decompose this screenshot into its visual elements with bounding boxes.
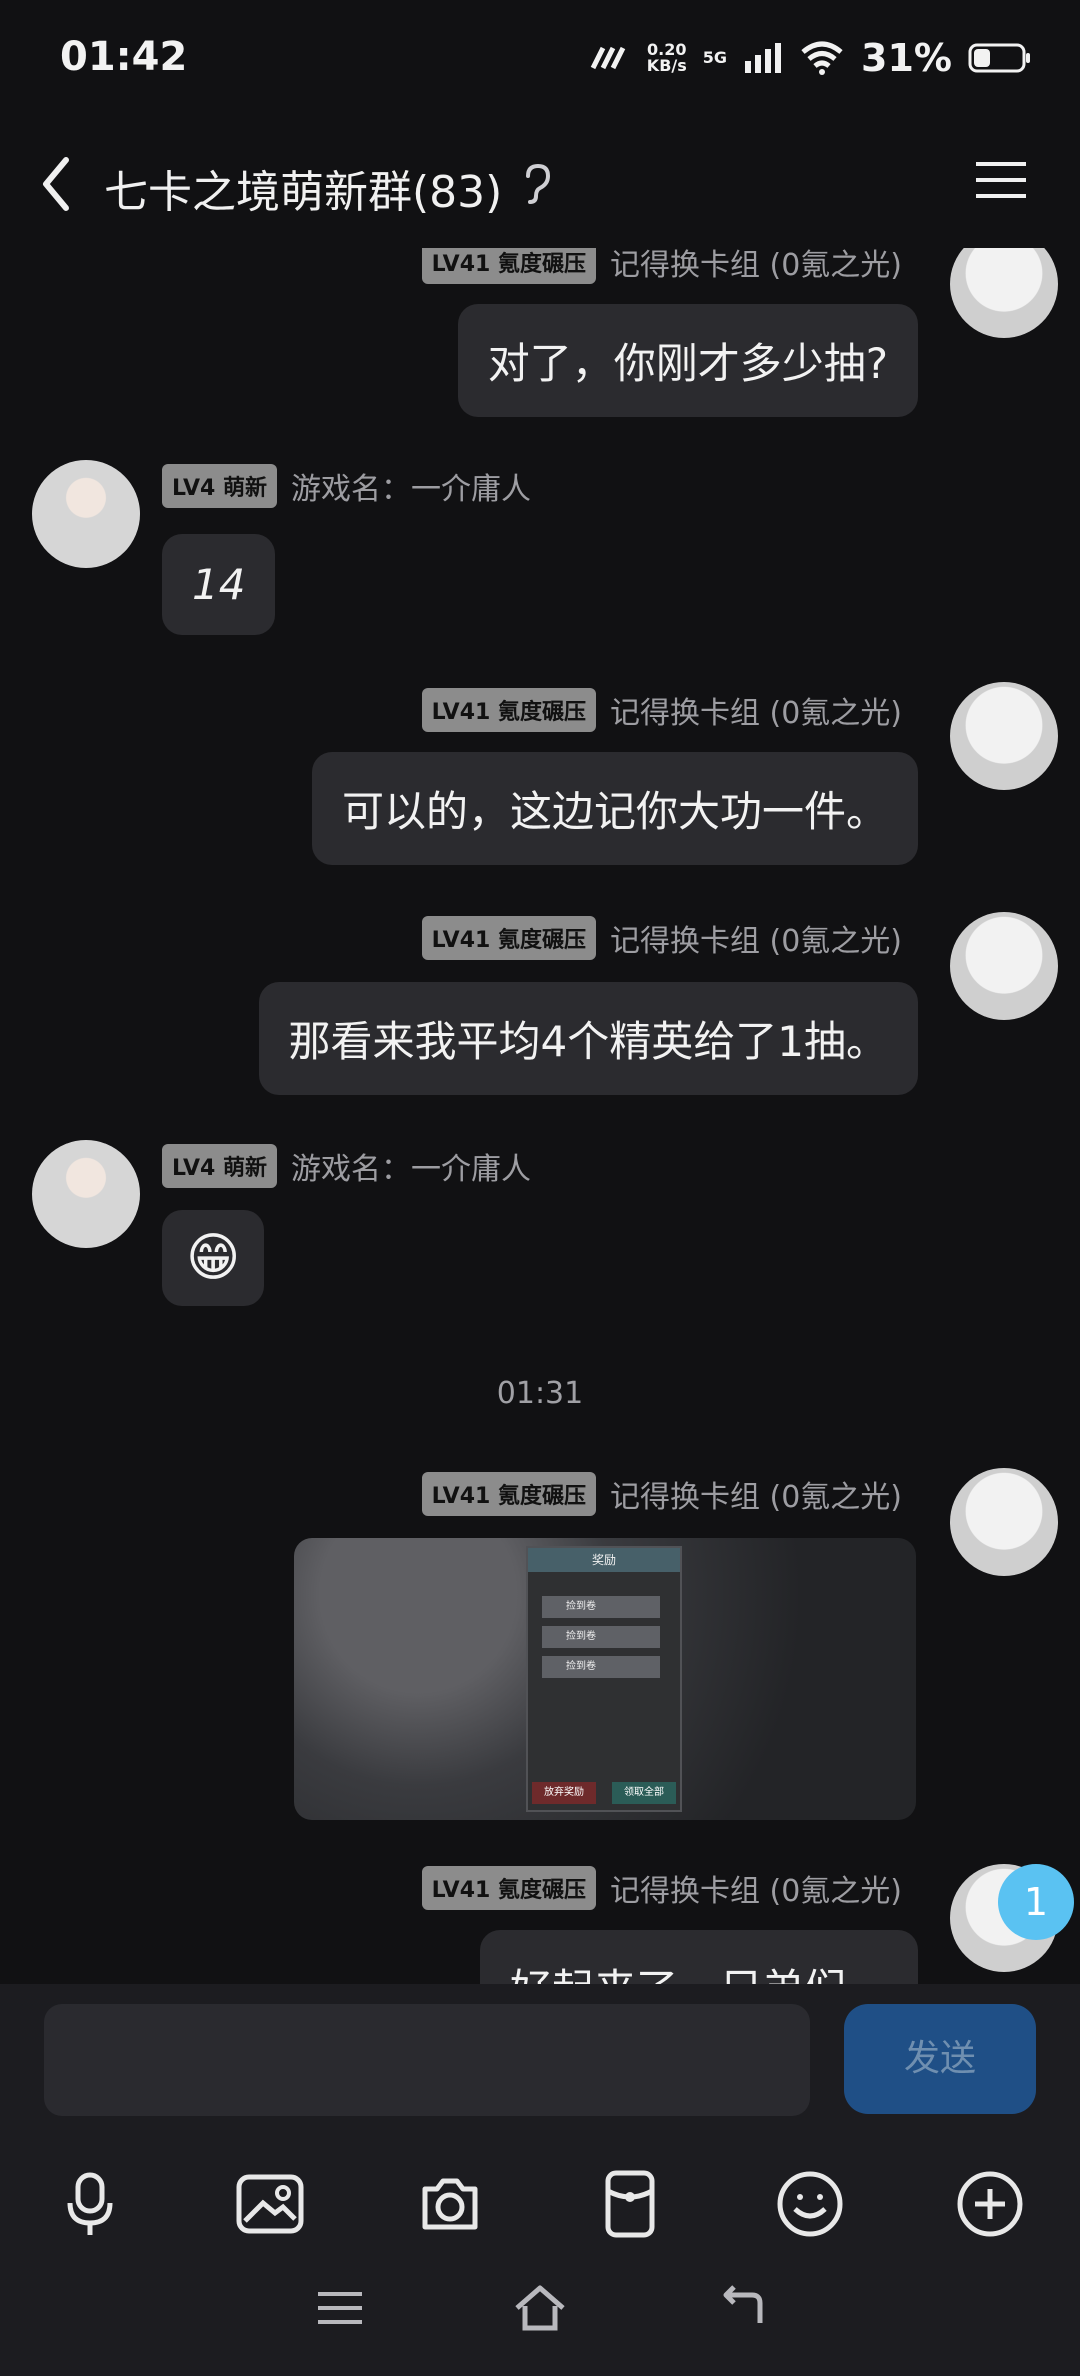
- level-badge: LV41 氪度碾压: [421, 688, 596, 732]
- sender-name: 记得换卡组 (0氪之光): [609, 1480, 902, 1515]
- network-speed: 0.20 KB/s: [646, 40, 687, 75]
- send-button[interactable]: 发送: [844, 2004, 1036, 2114]
- sender-name: 游戏名：一介庸人: [290, 1152, 531, 1187]
- network-type: 5G: [702, 48, 728, 67]
- home-icon[interactable]: [510, 2278, 570, 2338]
- menu-icon[interactable]: [310, 2278, 370, 2338]
- avatar[interactable]: [950, 682, 1058, 790]
- sender-name: 记得换卡组 (0氪之光): [609, 924, 902, 959]
- level-badge: LV41 氪度碾压: [421, 1866, 596, 1910]
- cellular-signal-icon: [745, 43, 782, 73]
- message-bubble[interactable]: 那看来我平均4个精英给了1抽。: [258, 982, 918, 1095]
- red-packet-icon[interactable]: [585, 2159, 675, 2249]
- avatar[interactable]: [950, 248, 1058, 338]
- avatar[interactable]: [950, 912, 1058, 1020]
- message-bubble[interactable]: 可以的，这边记你大功一件。: [311, 752, 918, 865]
- sender-name: 记得换卡组 (0氪之光): [609, 248, 902, 283]
- reward-item: 捡到卷: [542, 1656, 660, 1678]
- image-icon[interactable]: [225, 2159, 315, 2249]
- battery-icon: [968, 43, 1030, 73]
- battery-percent: 31%: [861, 36, 952, 80]
- sender-name: 记得换卡组 (0氪之光): [609, 1874, 902, 1909]
- system-nav: [0, 2240, 1080, 2376]
- camera-icon[interactable]: [405, 2159, 495, 2249]
- chat-header: 七卡之境萌新群(83): [0, 118, 1080, 248]
- group-title[interactable]: 七卡之境萌新群(83): [104, 156, 502, 220]
- sender-name: 游戏名：一介庸人: [290, 472, 531, 507]
- signal-brand-icon: [590, 46, 626, 70]
- emoji-icon[interactable]: [765, 2159, 855, 2249]
- level-badge: LV41 氪度碾压: [421, 248, 596, 284]
- message-timestamp: 01:31: [496, 1376, 584, 1411]
- level-badge: LV41 氪度碾压: [421, 916, 596, 960]
- sender-row: LV4 萌新 游戏名：一介庸人: [162, 464, 531, 508]
- ear-icon: [526, 163, 550, 204]
- wifi-icon: [801, 41, 843, 75]
- level-badge: LV4 萌新: [162, 1144, 277, 1188]
- avatar[interactable]: [32, 1140, 140, 1248]
- sender-row: LV41 氪度碾压 记得换卡组 (0氪之光): [421, 1472, 902, 1516]
- reward-left-button: 放弃奖励: [532, 1782, 596, 1804]
- chevron-left-icon[interactable]: [36, 154, 76, 214]
- status-bar: 01:42 0.20 KB/s 5G 31%: [0, 0, 1080, 118]
- sender-row: LV4 萌新 游戏名：一介庸人: [162, 1144, 531, 1188]
- status-time: 01:42: [60, 34, 188, 80]
- avatar[interactable]: [950, 1468, 1058, 1576]
- level-badge: LV41 氪度碾压: [421, 1472, 596, 1516]
- mic-icon[interactable]: [45, 2159, 135, 2249]
- hamburger-menu-icon[interactable]: [974, 160, 1028, 200]
- image-message[interactable]: 奖励 捡到卷 捡到卷 捡到卷 放弃奖励 领取全部: [294, 1538, 916, 1820]
- sender-name: 记得换卡组 (0氪之光): [609, 696, 902, 731]
- sender-row: LV41 氪度碾压 记得换卡组 (0氪之光): [421, 248, 902, 284]
- level-badge: LV4 萌新: [162, 464, 277, 508]
- reward-item: 捡到卷: [542, 1596, 660, 1618]
- reward-item: 捡到卷: [542, 1626, 660, 1648]
- emoji-bubble[interactable]: 😁: [162, 1210, 265, 1306]
- reward-panel: 奖励 捡到卷 捡到卷 捡到卷 放弃奖励 领取全部: [526, 1546, 682, 1812]
- status-right-group: 0.20 KB/s 5G 31%: [587, 36, 1032, 80]
- message-list[interactable]: LV41 氪度碾压 记得换卡组 (0氪之光) 对了，你刚才多少抽? LV4 萌新…: [0, 248, 1080, 1984]
- back-icon[interactable]: [710, 2278, 770, 2338]
- message-bubble[interactable]: 对了，你刚才多少抽?: [457, 304, 918, 417]
- plus-circle-icon[interactable]: [945, 2159, 1035, 2249]
- sender-row: LV41 氪度碾压 记得换卡组 (0氪之光): [421, 1866, 902, 1910]
- message-bubble[interactable]: 14: [162, 534, 276, 635]
- reward-panel-title: 奖励: [528, 1548, 680, 1572]
- sender-row: LV41 氪度碾压 记得换卡组 (0氪之光): [421, 916, 902, 960]
- avatar[interactable]: [32, 460, 140, 568]
- reward-right-button: 领取全部: [612, 1782, 676, 1804]
- sender-row: LV41 氪度碾压 记得换卡组 (0氪之光): [421, 688, 902, 732]
- unread-count-badge[interactable]: 1: [998, 1864, 1074, 1940]
- message-input[interactable]: [44, 2004, 810, 2116]
- message-bubble[interactable]: 好起来了，兄弟们。: [479, 1930, 918, 1984]
